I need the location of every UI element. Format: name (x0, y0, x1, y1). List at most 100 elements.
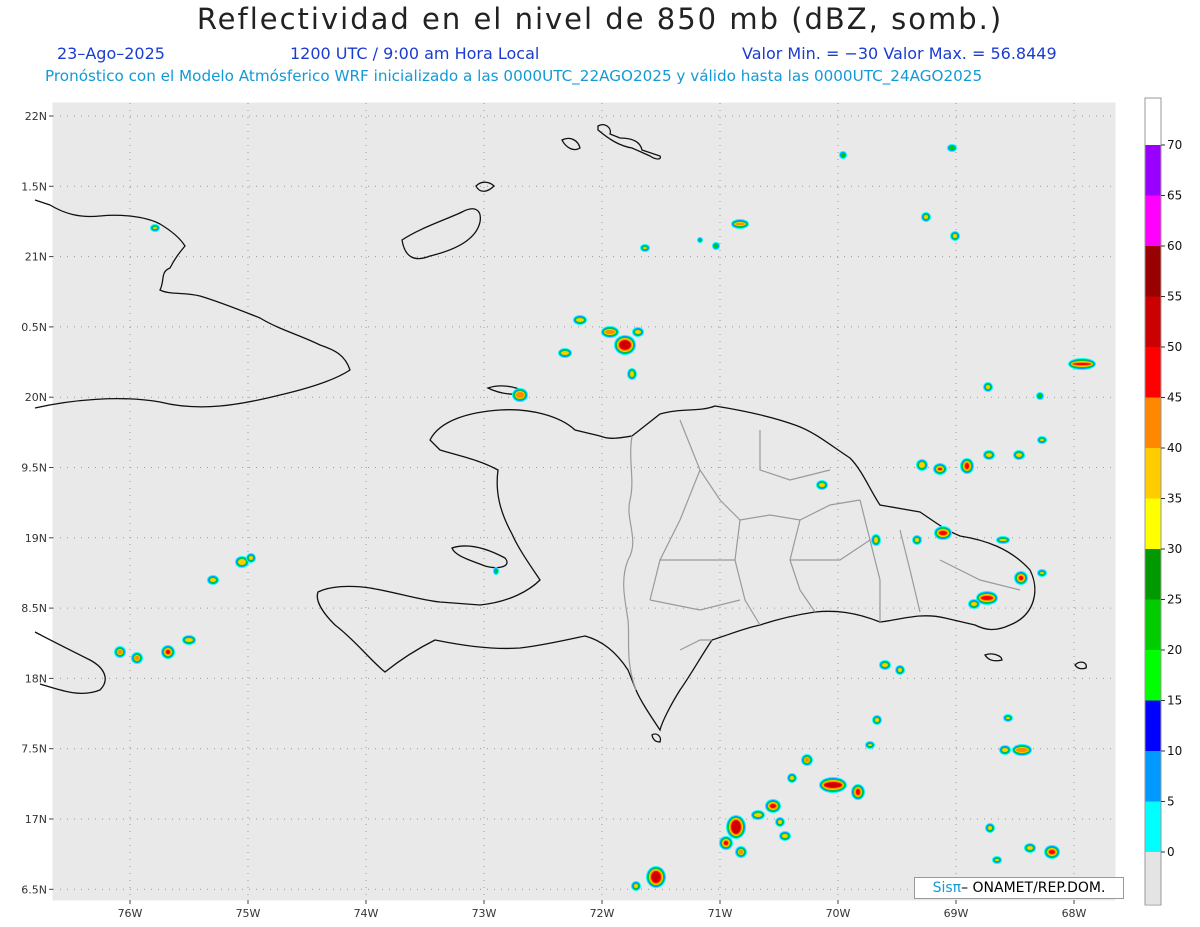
echo-cell (933, 463, 947, 475)
echo-cell (573, 315, 587, 325)
colorbar-label: 60 (1167, 239, 1182, 253)
echo-cell-mid (986, 385, 990, 389)
echo-cell (865, 741, 875, 749)
echo-cell (816, 480, 828, 490)
echo-cell (916, 459, 928, 471)
echo-cell (712, 242, 720, 250)
colorbar-swatch (1145, 448, 1161, 499)
echo-cell-core (939, 531, 947, 535)
credit-box: Sisπ – ONAMET/REP.DOM. (914, 877, 1124, 899)
echo-cell-inner (805, 758, 809, 762)
colorbar-below-zero (1145, 852, 1161, 904)
echo-cell (765, 799, 781, 813)
lat-tick-label: 18N (25, 672, 47, 685)
echo-cell-max (652, 872, 660, 882)
lon-tick-label: 75W (236, 907, 261, 920)
echo-cell-core (166, 650, 170, 654)
echo-cell (1036, 392, 1044, 400)
echo-cell (871, 534, 881, 546)
echo-cell-core (1019, 576, 1023, 580)
echo-cell-body (699, 239, 701, 241)
colorbar-swatch (1145, 700, 1161, 751)
echo-cell-inner (516, 392, 524, 398)
echo-cell (950, 231, 960, 241)
echo-cell (1014, 571, 1028, 585)
echo-cell (1024, 843, 1036, 853)
lon-tick-label: 74W (354, 907, 379, 920)
echo-cell (1044, 845, 1060, 859)
echo-cell-core (938, 468, 942, 470)
echo-cell-core (965, 463, 969, 469)
lat-tick-label: 21N (25, 251, 47, 264)
lon-tick-label: 71W (708, 907, 733, 920)
reflectivity-map: 22N 1.5N 21N 0.5N 20N 9.5N 19N 8.5N 18N 7.5N 17N 6.… (21, 97, 1182, 920)
lat-tick-label: 1.5N (21, 180, 47, 193)
colorbar-label: 30 (1167, 542, 1182, 556)
echo-cell-mid (924, 215, 928, 219)
colorbar-label: 5 (1167, 795, 1175, 809)
echo-cell (646, 866, 666, 888)
colorbar-label: 40 (1167, 441, 1182, 455)
echo-cell-body (714, 244, 718, 248)
echo-cell-mid (875, 718, 879, 722)
echo-cell-mid (790, 776, 794, 780)
echo-cell (985, 823, 995, 833)
lat-tick-label: 20N (25, 391, 47, 404)
echo-cell-inner (1016, 748, 1028, 752)
echo-cell-core (724, 841, 728, 845)
echo-cell-mid (953, 234, 957, 238)
echo-cell (787, 773, 797, 783)
lat-tick-label: 0.5N (21, 321, 47, 334)
echo-cell (719, 836, 733, 850)
colorbar-swatch (1145, 296, 1161, 347)
echo-cell-mid (1040, 439, 1044, 441)
echo-cell-core (981, 596, 993, 600)
echo-cell-inner (735, 223, 745, 225)
echo-cell-mid (782, 834, 788, 838)
echo-cell-mid (1040, 572, 1044, 574)
echo-cell-mid (882, 663, 888, 667)
echo-cell-mid (561, 351, 569, 355)
echo-cell-mid (919, 462, 925, 468)
echo-cell-mid (634, 884, 638, 888)
echo-cell (872, 715, 882, 725)
echo-cell-body (841, 153, 845, 157)
colorbar: 0 5 10 15 20 25 30 35 40 45 50 55 60 65 70 (1144, 97, 1182, 906)
echo-cell (512, 388, 528, 402)
echo-cell-inner (135, 656, 139, 660)
colorbar-swatch (1145, 397, 1161, 448)
echo-cell (1003, 714, 1013, 722)
echo-cell-mid (999, 539, 1007, 541)
lat-tick-label: 22N (25, 110, 47, 123)
colorbar-swatch (1145, 650, 1161, 701)
colorbar-label: 10 (1167, 744, 1182, 758)
echo-cell-mid (971, 602, 977, 606)
echo-cell (640, 244, 650, 252)
echo-cell-body (1038, 394, 1042, 398)
colorbar-label: 50 (1167, 340, 1182, 354)
colorbar-swatch (1145, 347, 1161, 398)
echo-cell-max (732, 821, 740, 833)
echo-cell (601, 326, 619, 338)
echo-cell-mid (210, 578, 216, 582)
echo-cell (947, 144, 957, 152)
echo-cell (1012, 744, 1032, 756)
echo-cell-max (620, 341, 630, 349)
echo-cell (726, 815, 746, 839)
echo-cell (614, 335, 636, 355)
echo-cell-mid (754, 813, 762, 817)
echo-cell-mid (249, 556, 253, 560)
echo-cell-body (495, 569, 497, 573)
echo-cell-mid (898, 668, 902, 672)
echo-cell-inner (118, 650, 122, 654)
echo-cell (819, 777, 847, 793)
colorbar-label: 65 (1167, 189, 1182, 203)
echo-cell (632, 327, 644, 337)
lon-tick-label: 73W (472, 907, 497, 920)
colorbar-swatch (1145, 549, 1161, 600)
colorbar-label: 0 (1167, 845, 1175, 859)
echo-cell (779, 831, 791, 841)
echo-cell-mid (153, 227, 157, 229)
echo-cell (161, 645, 175, 659)
echo-cell-inner (739, 850, 743, 854)
